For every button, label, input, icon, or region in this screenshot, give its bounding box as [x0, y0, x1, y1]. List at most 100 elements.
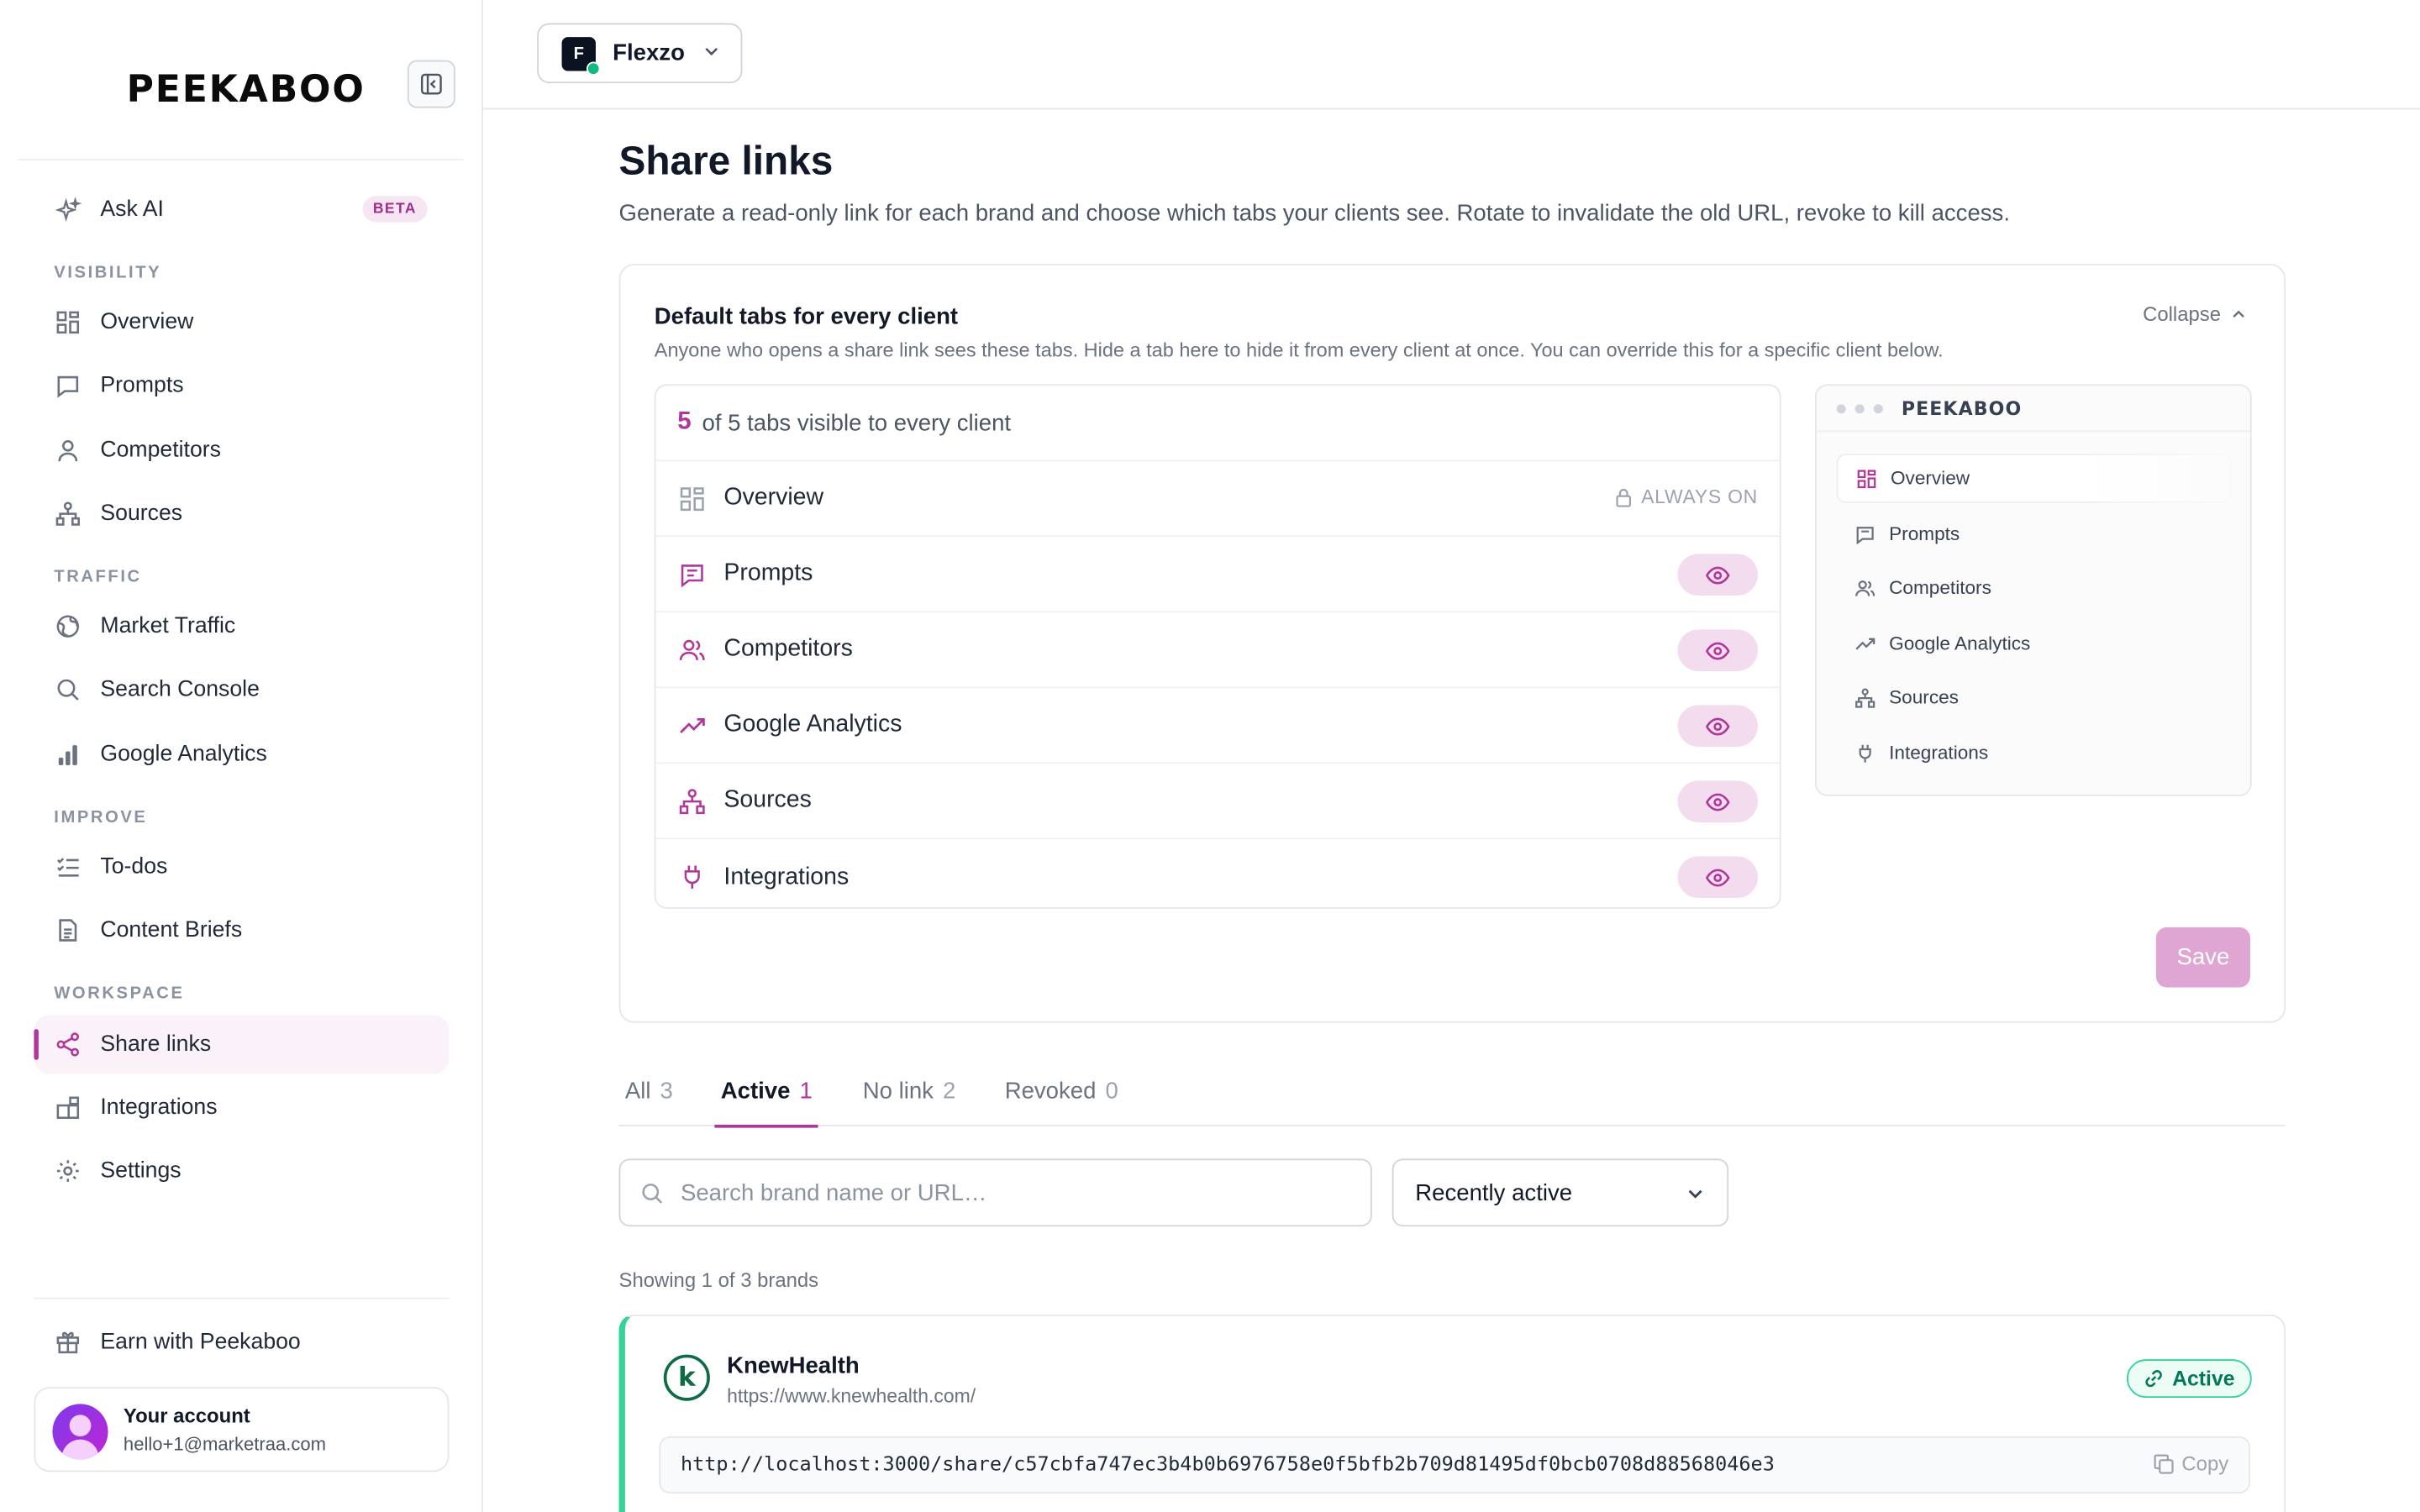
avatar	[52, 1404, 108, 1460]
lock-icon	[1617, 487, 1632, 507]
tab-active[interactable]: Active 1	[714, 1078, 819, 1128]
grid-icon	[54, 308, 82, 336]
chevron-down-icon	[702, 39, 720, 67]
preview-header: PEEKABOO	[1816, 386, 2250, 433]
share-url-field[interactable]: http://localhost:3000/share/c57cbfa747ec…	[659, 1436, 2250, 1494]
visibility-toggle[interactable]	[1677, 554, 1759, 596]
search-input[interactable]	[680, 1179, 1329, 1206]
tab-count: 3	[660, 1078, 673, 1105]
sidebar-item-share-links[interactable]: Share links	[34, 1015, 450, 1074]
page-title: Share links	[618, 137, 834, 184]
account-menu[interactable]: Your account hello+1@marketraa.com	[34, 1387, 450, 1473]
preview-item-prompts: Prompts	[1837, 509, 2232, 559]
sidebar-item-prompts[interactable]: Prompts	[34, 356, 449, 415]
grid-icon	[677, 485, 705, 512]
sidebar-divider	[34, 1297, 450, 1299]
sidebar-item-content-briefs[interactable]: Content Briefs	[34, 901, 449, 960]
sidebar-item-label: Search Console	[100, 677, 260, 702]
sidebar-item-label: Settings	[100, 1158, 182, 1184]
sidebar-divider	[18, 159, 464, 161]
visible-count: 5	[677, 408, 692, 435]
always-on-label: ALWAYS ON	[1641, 486, 1759, 508]
window-dots	[1836, 403, 1883, 413]
account-title: Your account	[123, 1404, 250, 1427]
save-button[interactable]: Save	[2155, 927, 2250, 988]
checklist-icon	[54, 853, 82, 881]
puzzle-icon	[54, 1094, 82, 1121]
visibility-toggle[interactable]	[1677, 705, 1759, 747]
visible-count-header: 5 of 5 tabs visible to every client	[655, 386, 1780, 462]
search-box	[618, 1158, 1372, 1227]
tab-label: All	[624, 1078, 651, 1105]
preview-item-competitors: Competitors	[1837, 563, 2232, 612]
sidebar-item-overview[interactable]: Overview	[34, 293, 449, 352]
preview-logo: PEEKABOO	[1901, 396, 2023, 419]
preview-item-sources: Sources	[1837, 673, 2232, 722]
visibility-toggle[interactable]	[1677, 629, 1759, 671]
sidebar-item-google-analytics[interactable]: Google Analytics	[34, 725, 449, 784]
preview-item-overview: Overview	[1836, 453, 2232, 503]
result-count: Showing 1 of 3 brands	[618, 1268, 819, 1292]
gear-icon	[54, 1158, 82, 1185]
account-email: hello+1@marketraa.com	[123, 1433, 327, 1456]
tab-row-prompts: Prompts	[655, 537, 1780, 613]
sidebar-item-earn[interactable]: Earn with Peekaboo	[34, 1313, 449, 1372]
trend-icon	[1854, 633, 1876, 654]
preview-item-label: Google Analytics	[1889, 633, 2031, 654]
visibility-toggle[interactable]	[1677, 780, 1759, 822]
copy-button[interactable]: Copy	[2153, 1452, 2229, 1475]
tab-revoked[interactable]: Revoked 0	[1005, 1079, 1118, 1126]
tab-no-link[interactable]: No link 2	[863, 1079, 956, 1126]
sidebar-item-integrations[interactable]: Integrations	[34, 1079, 449, 1137]
copy-label: Copy	[2181, 1452, 2229, 1475]
status-filter-tabs: All 3 Active 1 No link 2 Revoked 0	[618, 1075, 2286, 1128]
share-icon	[54, 1031, 82, 1058]
sitemap-icon	[1854, 686, 1876, 708]
sparkle-icon	[54, 196, 82, 223]
sidebar-item-search-console[interactable]: Search Console	[34, 660, 449, 719]
tab-count: 1	[799, 1078, 813, 1105]
preview-item-label: Competitors	[1889, 576, 1991, 599]
copy-icon	[2153, 1453, 2173, 1473]
brand-card: k KnewHealth https://www.knewhealth.com/…	[618, 1314, 2286, 1512]
visible-count-text: of 5 tabs visible to every client	[702, 409, 1012, 436]
sidebar-item-settings[interactable]: Settings	[34, 1142, 449, 1200]
topbar: F Flexzo	[482, 0, 2420, 110]
sidebar-toggle-icon	[420, 73, 442, 95]
always-on-indicator: ALWAYS ON	[1615, 486, 1759, 508]
plug-icon	[677, 864, 705, 891]
app-logo[interactable]: PEEKABOO	[127, 68, 366, 111]
brand-url[interactable]: https://www.knewhealth.com/	[727, 1385, 976, 1407]
chevron-up-icon	[2233, 310, 2244, 318]
sidebar-item-label: Earn with Peekaboo	[100, 1330, 301, 1355]
chat-icon	[1854, 523, 1876, 545]
brand-switcher[interactable]: F Flexzo	[537, 23, 743, 84]
sort-select[interactable]: Recently active	[1392, 1158, 1729, 1227]
page-subtitle: Generate a read-only link for each brand…	[618, 200, 2010, 227]
sidebar-item-market-traffic[interactable]: Market Traffic	[34, 597, 449, 656]
users-icon	[677, 636, 705, 664]
app-root: PEEKABOO Ask AI BETA VISIBILITY Overview…	[0, 0, 2420, 1512]
gift-icon	[54, 1328, 82, 1356]
sidebar-item-label: Sources	[100, 501, 183, 527]
sort-value: Recently active	[1415, 1179, 1573, 1206]
chevron-down-icon	[1688, 1189, 1702, 1198]
sidebar-item-todos[interactable]: To-dos	[34, 837, 449, 896]
tab-all[interactable]: All 3	[625, 1079, 673, 1126]
collapse-sidebar-button[interactable]	[407, 60, 455, 108]
sidebar-item-competitors[interactable]: Competitors	[34, 421, 449, 480]
share-url: http://localhost:3000/share/c57cbfa747ec…	[680, 1453, 1775, 1477]
sidebar-item-label: Ask AI	[100, 197, 164, 223]
sidebar-item-sources[interactable]: Sources	[34, 485, 449, 543]
collapse-button[interactable]: Collapse	[2143, 302, 2247, 326]
visibility-toggle[interactable]	[1677, 856, 1759, 898]
sidebar-item-label: Competitors	[100, 438, 221, 464]
sidebar-item-ask-ai[interactable]: Ask AI BETA	[34, 181, 449, 239]
client-preview: PEEKABOO Overview Prompts Competitors Go…	[1814, 384, 2252, 796]
preview-item-label: Overview	[1890, 467, 1970, 490]
tab-visibility-list: 5 of 5 tabs visible to every client Over…	[654, 384, 1781, 909]
tab-count: 0	[1105, 1078, 1118, 1105]
bar-chart-icon	[54, 741, 82, 769]
eye-icon	[1705, 641, 1730, 659]
chat-icon	[677, 560, 705, 588]
